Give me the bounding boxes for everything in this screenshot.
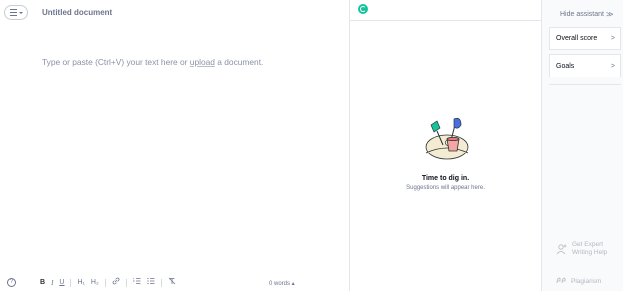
help-icon[interactable]: ? <box>7 278 16 287</box>
italic-button[interactable]: I <box>51 278 53 288</box>
hide-assistant-button[interactable]: Hide assistant >> <box>560 10 613 19</box>
plagiarism-button[interactable]: Plagiarism <box>556 277 601 285</box>
link-icon <box>112 277 120 285</box>
double-chevron-right-icon: >> <box>605 10 613 19</box>
chevron-right-icon: > <box>610 62 615 70</box>
toolbar-divider <box>160 279 162 287</box>
chevron-right-icon: > <box>610 35 615 42</box>
menu-icon <box>9 9 17 16</box>
toolbar-divider <box>104 279 106 287</box>
right-sidebar: Hide assistant >> Overall score > Goals … <box>542 0 623 291</box>
expert-help-icon <box>556 244 567 255</box>
expert-help-line2: Writing Help <box>572 249 608 256</box>
expert-writing-help-button[interactable]: Get Expert Writing Help <box>556 241 607 257</box>
empty-state-subtitle: Suggestions will appear here. <box>406 185 485 191</box>
heading2-button[interactable]: H₂ <box>91 278 99 288</box>
plagiarism-icon <box>556 277 566 284</box>
bold-button[interactable]: B <box>40 278 45 288</box>
bulleted-list-icon <box>147 277 155 285</box>
heading1-button[interactable]: H₁ <box>77 278 84 288</box>
sandcastle-illustration <box>425 117 469 160</box>
clear-format-icon <box>168 277 175 285</box>
sidebar-divider <box>549 84 621 85</box>
goals-label: Goals <box>556 62 575 70</box>
placeholder-text-end: a document. <box>214 57 264 67</box>
goals-button[interactable]: Goals > <box>549 54 621 77</box>
expert-help-line1: Get Expert <box>572 241 604 248</box>
numbered-list-button[interactable] <box>132 277 141 289</box>
assistant-topbar <box>350 0 541 21</box>
document-title[interactable]: Untitled document <box>42 8 112 17</box>
menu-button[interactable] <box>4 5 28 20</box>
overall-score-label: Overall score <box>556 35 598 42</box>
toolbar-divider <box>125 279 127 287</box>
editor-placeholder[interactable]: Type or paste (Ctrl+V) your text here or… <box>42 57 263 67</box>
placeholder-text: Type or paste (Ctrl+V) your text here or <box>42 57 190 67</box>
upload-link[interactable]: upload <box>190 57 215 67</box>
grammarly-logo-icon <box>358 4 368 14</box>
bulleted-list-button[interactable] <box>147 277 155 289</box>
assistant-panel: Time to dig in. Suggestions will appear … <box>349 0 542 291</box>
numbered-list-icon <box>132 278 141 284</box>
editor-pane: Untitled document Type or paste (Ctrl+V)… <box>0 0 349 291</box>
format-toolbar: B I U H₁ H₂ <box>40 277 176 289</box>
link-button[interactable] <box>112 277 120 289</box>
hide-assistant-label: Hide assistant <box>560 11 604 18</box>
overall-score-button[interactable]: Overall score > <box>549 27 621 50</box>
underline-button[interactable]: U <box>59 278 64 288</box>
word-count[interactable]: 0 words ▴ <box>269 280 295 287</box>
toolbar-divider <box>70 279 72 287</box>
empty-state-title: Time to dig in. <box>421 175 470 182</box>
clear-format-button[interactable] <box>168 277 176 289</box>
plagiarism-label: Plagiarism <box>571 277 602 285</box>
chevron-down-icon <box>18 12 23 14</box>
